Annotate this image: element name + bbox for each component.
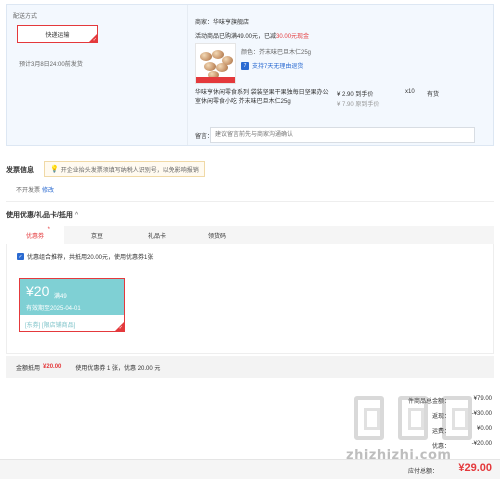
tab-label: 领货码 [207, 233, 226, 240]
summary-label: 优惠： [431, 444, 450, 450]
summary-label: 运费： [431, 429, 450, 435]
summary-goods-row: 件商品总金额： ¥79.00 [390, 396, 492, 405]
promo-highlight: 30.00元现金 [276, 34, 310, 40]
summary-label: 件商品总金额： [407, 399, 450, 405]
coupon-summary-amount: ¥20.00 [43, 364, 62, 370]
required-star: * [47, 227, 50, 233]
column-divider [187, 5, 188, 145]
chevron-up-icon: ^ [74, 212, 79, 219]
summary-label: 返现： [431, 414, 450, 420]
shipping-column: 配送方式 [13, 11, 183, 20]
lightbulb-icon: 💡 [50, 166, 59, 173]
summary-cashback-row: 返现： -¥30.00 [390, 411, 492, 420]
tab-label: 优惠券 [25, 233, 44, 240]
summary-value: -¥30.00 [471, 411, 492, 417]
coupon-panel: ✓ 优惠组合推荐，共抵用20.00元，使用优惠券1张 ¥20 满49 有效期至2… [6, 244, 494, 354]
shipping-title: 配送方式 [13, 14, 38, 20]
coupon-section-label: 使用优惠/礼品卡/抵用 [6, 212, 73, 219]
coupon-summary-detail: 使用优惠券 1 张，优惠 20.00 元 [75, 365, 161, 372]
invoice-tip-text: 开企业抬头发票须填写纳税人识别号，以免影响报销 [60, 167, 199, 174]
coupon-combo-text: 优惠组合推荐，共抵用20.00元，使用优惠券1张 [27, 255, 154, 261]
summary-shipping-row: 运费： ¥0.00 [390, 426, 492, 435]
coupon-card[interactable]: ¥20 满49 有效期至2025-04-01 [东券] [限店铺商品] ✓ [19, 278, 125, 332]
check-icon: ✓ [118, 325, 123, 331]
promo-prefix: 活动商品已购满49.00元，已减 [195, 34, 277, 40]
payment-amount: ¥29.00 [458, 462, 492, 474]
tab-label: 京豆 [90, 233, 103, 240]
product-quantity: x10 [405, 89, 415, 95]
payment-bar: 应付总额： ¥29.00 [0, 459, 500, 479]
product-spec: 颜色：芥末味巴旦木仁25g [241, 50, 312, 56]
promo-text: 活动商品已购满49.00元，已减30.00元现金 [195, 31, 309, 40]
note-input[interactable] [210, 127, 475, 143]
shipping-method-label: 快递运输 [45, 32, 70, 39]
coupon-summary-bar: 金额抵用 ¥20.00 使用优惠券 1 张，优惠 20.00 元 [6, 356, 494, 378]
check-icon: ✓ [92, 37, 97, 43]
product-image[interactable] [195, 43, 236, 84]
tab-jingdou[interactable]: 京豆 [68, 226, 126, 244]
invoice-edit-link[interactable]: 修改 [42, 188, 54, 194]
tab-gift-card[interactable]: 礼品卡 [128, 226, 186, 244]
product-name[interactable]: 华味亨休闲零食系列 袋装坚果干果独每日坚果办公室休闲零食小吃 芥末味巴旦木仁25… [195, 89, 331, 107]
invoice-tip: 💡 开企业抬头发票须填写纳税人识别号，以免影响报销 [44, 161, 205, 177]
shipping-method-button[interactable]: 快递运输 ✓ [17, 25, 98, 43]
checkbox-checked-icon[interactable]: ✓ [17, 253, 24, 260]
section-divider [6, 201, 494, 202]
shipping-estimate: 预计3月8日24:00前发货 [19, 62, 83, 68]
product-price-original: ¥ 7.90 原到手价 [337, 102, 380, 108]
coupon-validity: 有效期至2025-04-01 [26, 306, 81, 312]
return-policy[interactable]: 7 支持7天无理由退货 [241, 61, 303, 70]
tab-coupon[interactable]: 优惠券 * [6, 226, 64, 244]
stock-status: 有货 [427, 92, 440, 98]
coupon-combo-option[interactable]: ✓ 优惠组合推荐，共抵用20.00元，使用优惠券1张 [17, 252, 153, 261]
store-name: 商家：华味亨旗舰店 [195, 20, 250, 26]
summary-value: -¥20.00 [471, 441, 492, 447]
invoice-status: 不开发票 修改 [16, 185, 54, 194]
invoice-status-text: 不开发票 [16, 188, 41, 194]
summary-value: ¥79.00 [473, 396, 492, 402]
summary-discount-row: 优惠： -¥20.00 [390, 441, 492, 450]
coupon-section-title[interactable]: 使用优惠/礼品卡/抵用 ^ [6, 210, 78, 220]
coupon-summary-label: 金额抵用 [16, 365, 41, 372]
summary-value: ¥0.00 [476, 426, 492, 432]
coupon-tabs: 优惠券 * 京豆 礼品卡 领货码 [6, 226, 494, 244]
coupon-scope: [东券] [限店铺商品] [25, 323, 76, 329]
payment-label: 应付总额： [407, 469, 438, 475]
coupon-condition: 满49 [54, 294, 67, 300]
tab-label: 礼品卡 [147, 233, 166, 240]
coupon-amount: ¥20 [26, 283, 50, 299]
product-price: ¥ 2.90 到手价 [337, 92, 374, 98]
invoice-title: 发票信息 [6, 167, 34, 174]
return-policy-label: 支持7天无理由退货 [252, 64, 304, 70]
tab-redeem-code[interactable]: 领货码 [188, 226, 246, 244]
order-section: 配送方式 快递运输 ✓ 预计3月8日24:00前发货 商家：华味亨旗舰店 活动商… [6, 4, 494, 146]
seven-day-icon: 7 [241, 61, 249, 70]
